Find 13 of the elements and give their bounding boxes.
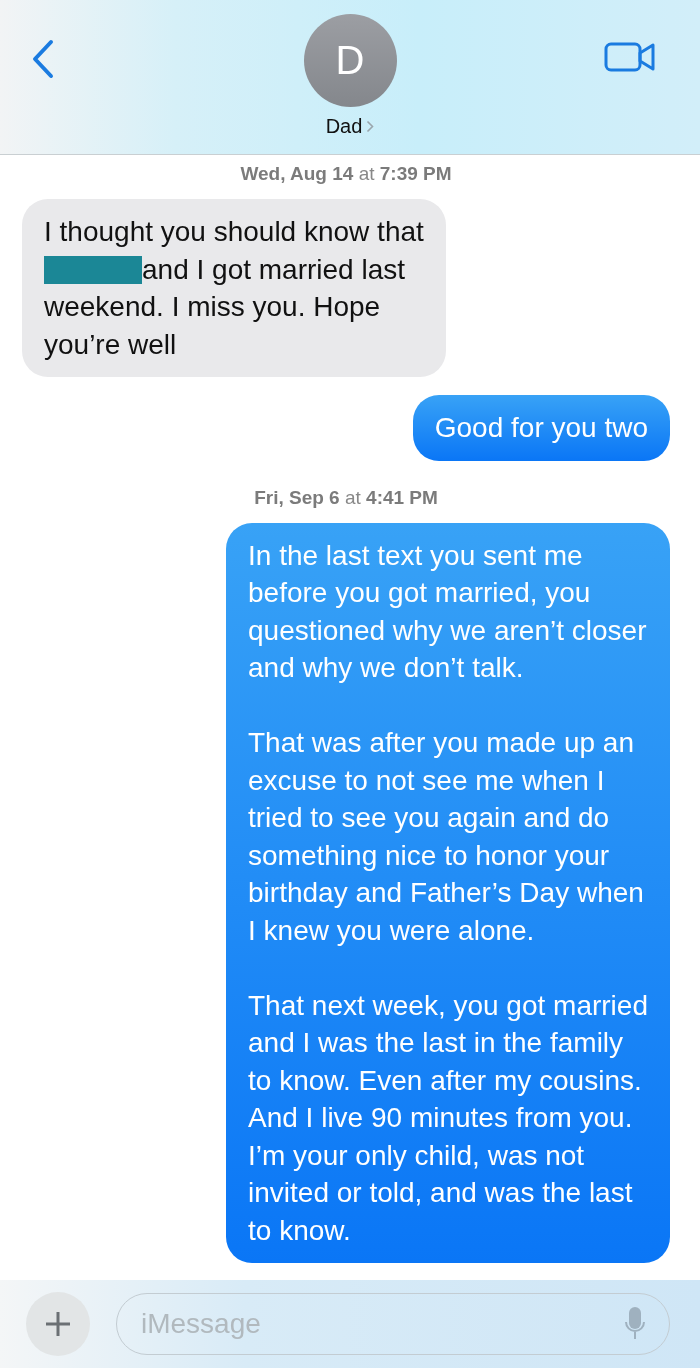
message-timestamp: Wed, Aug 14 at 7:39 PM <box>240 162 452 186</box>
message-text: Good for you two <box>434 411 648 445</box>
message-text: That next week, you got married and I was the last in the family to know. Even after my cousins. And I live 90 minutes from you. I’m your only child, was not invited or told, and was the last to know. <box>248 988 648 1248</box>
chevron-icon <box>366 120 375 133</box>
message-text: In the last text you sent me before you got married, you questioned why we aren’t closer and why we don’t talk. <box>248 538 648 685</box>
video-camera-icon[interactable] <box>604 40 656 74</box>
plus-icon <box>44 1310 72 1338</box>
message-text: That was after you made up an excuse to not see me when I tried to see you again and do something nice to honor your birthday and Father’s Day when I knew you were alone. <box>248 726 645 948</box>
contact-name[interactable]: Dad <box>325 115 363 138</box>
message-input-field[interactable]: iMessage <box>116 1293 670 1355</box>
message-timestamp: Fri, Sep 6 at 4:41 PM <box>254 485 438 510</box>
back-icon[interactable] <box>30 38 56 80</box>
message-text: I thought you should know that and I got married last weekend. I miss you. Hope you’re well <box>44 215 424 362</box>
